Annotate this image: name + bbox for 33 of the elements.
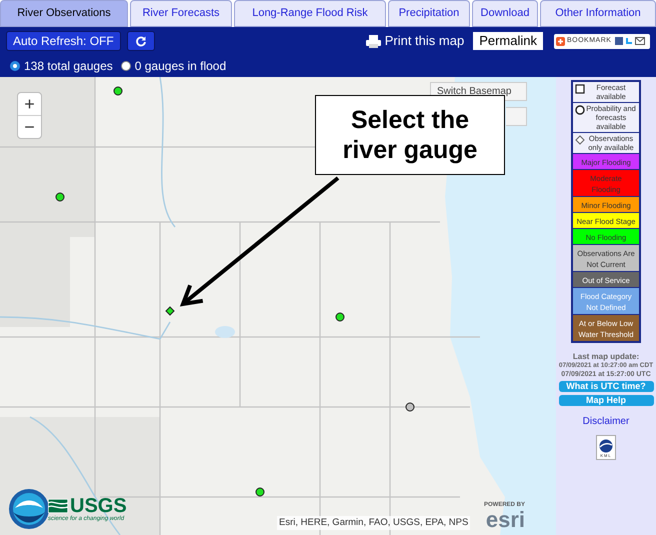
radio-label[interactable]: 0 gauges in flood <box>134 57 226 75</box>
radio-button[interactable] <box>120 61 131 71</box>
refresh-icon <box>134 35 147 47</box>
tab[interactable]: Download <box>472 0 538 27</box>
usgs-wave-icon <box>48 499 68 513</box>
zoom-out-button[interactable]: − <box>18 116 41 139</box>
globe-icon <box>599 439 613 453</box>
esri-logo-text: esri <box>486 509 526 531</box>
zoom-in-button[interactable]: + <box>18 93 41 116</box>
update-heading: Last map update: <box>572 352 640 361</box>
circle-symbol-icon <box>575 105 585 115</box>
usgs-logo-text: USGS <box>70 497 127 515</box>
permalink-button[interactable]: Permalink <box>473 32 543 50</box>
tab[interactable]: Long-Range Flood Risk <box>234 0 386 27</box>
disclaimer-link[interactable]: Disclaimer <box>582 414 630 429</box>
square-symbol-icon <box>575 84 585 94</box>
callout-box: Select the river gauge <box>315 95 505 175</box>
tab[interactable]: River Forecasts <box>130 0 232 27</box>
mail-icon <box>635 37 646 45</box>
noaa-logo-icon <box>8 488 50 530</box>
radio-button[interactable] <box>10 61 20 71</box>
tab[interactable]: Precipitation <box>388 0 470 27</box>
map-attribution: Esri, HERE, Garmin, FAO, USGS, EPA, NPS <box>277 516 470 530</box>
tab[interactable]: Other Information <box>540 0 656 27</box>
printer-icon <box>366 34 381 48</box>
auto-refresh-button[interactable]: Auto Refresh: OFF <box>6 31 121 51</box>
diamond-symbol-icon <box>575 135 585 145</box>
plus-icon <box>556 36 565 46</box>
radio-label[interactable]: 138 total gauges <box>24 57 113 75</box>
refresh-button[interactable] <box>126 31 155 51</box>
tab[interactable]: River Observations <box>0 0 128 27</box>
print-link[interactable]: Print this map <box>384 31 464 51</box>
facebook-icon <box>615 37 624 45</box>
